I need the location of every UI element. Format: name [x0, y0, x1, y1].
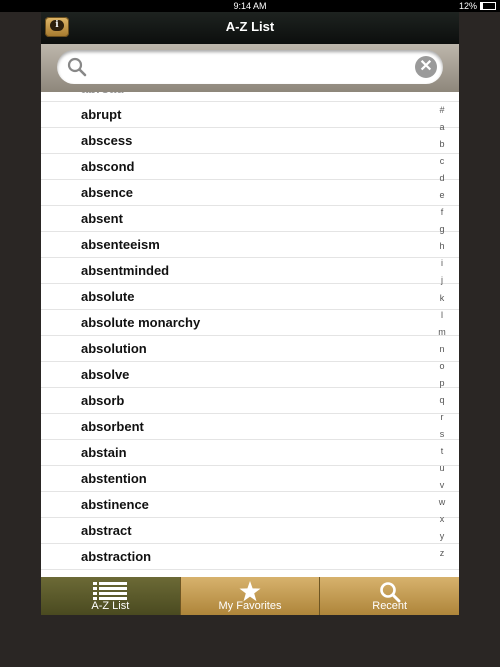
list-item[interactable]: abstention	[41, 466, 459, 492]
list-item[interactable]: abstinence	[41, 492, 459, 518]
list-item-label: absolute	[81, 289, 135, 304]
list-item-label: abscess	[81, 133, 133, 148]
index-letter[interactable]: r	[435, 409, 449, 426]
close-icon: ✕	[419, 58, 433, 75]
tab-recent[interactable]: Recent	[320, 577, 459, 615]
index-letter[interactable]: h	[435, 238, 449, 255]
index-letter[interactable]: z	[435, 545, 449, 562]
star-icon	[239, 581, 261, 602]
clear-search-button[interactable]: ✕	[415, 56, 437, 78]
word-list[interactable]: abroad abruptabscessabscondabsenceabsent…	[41, 92, 459, 577]
index-letter[interactable]: y	[435, 528, 449, 545]
list-item-label: absolve	[81, 367, 130, 382]
index-letter[interactable]: u	[435, 460, 449, 477]
list-item[interactable]: absent	[41, 206, 459, 232]
index-letter[interactable]: k	[435, 290, 449, 307]
list-item-label: abscond	[81, 159, 135, 174]
list-item[interactable]: absolve	[41, 362, 459, 388]
battery-indicator: 12%	[459, 0, 496, 12]
index-letter[interactable]: b	[435, 136, 449, 153]
battery-icon	[480, 2, 496, 10]
battery-percent: 12%	[458, 1, 477, 11]
index-letter[interactable]: m	[435, 324, 449, 341]
list-item-label: absorb	[81, 393, 125, 408]
list-item[interactable]: absolute	[41, 284, 459, 310]
index-letter[interactable]: e	[435, 187, 449, 204]
status-time: 9:14 AM	[233, 1, 267, 11]
list-item-label: abstract	[81, 523, 132, 538]
list-item[interactable]: abstraction	[41, 544, 459, 570]
list-item[interactable]: absence	[41, 180, 459, 206]
index-letter[interactable]: n	[435, 341, 449, 358]
list-item-label: abstraction	[81, 549, 152, 564]
list-item-label: absence	[81, 185, 134, 200]
list-item[interactable]: abscond	[41, 154, 459, 180]
index-letter[interactable]: #	[435, 102, 449, 119]
alphabet-index[interactable]: # a b c d e f g h i j k l m n o p q r s t u v w x y z	[435, 102, 449, 562]
index-letter[interactable]: c	[435, 153, 449, 170]
search-icon	[67, 57, 87, 77]
list-item-label: abstention	[81, 471, 147, 486]
list-icon	[93, 582, 128, 600]
index-letter[interactable]: o	[435, 358, 449, 375]
tab-my-favorites[interactable]: My Favorites	[180, 577, 321, 615]
list-item-label: absolution	[81, 341, 147, 356]
list-item[interactable]: abstain	[41, 440, 459, 466]
list-item-label: abroad	[81, 92, 124, 102]
list-item[interactable]: abrupt	[41, 102, 459, 128]
list-item[interactable]: abscess	[41, 128, 459, 154]
list-item-label: absent	[81, 211, 123, 226]
index-letter[interactable]: a	[435, 119, 449, 136]
list-item-label: abrupt	[81, 107, 122, 122]
tab-bar: A-Z List My Favorites Recent	[41, 577, 459, 615]
nav-bar: i A-Z List	[41, 12, 459, 44]
list-item-label: abstain	[81, 445, 127, 460]
index-letter[interactable]: v	[435, 477, 449, 494]
index-letter[interactable]: l	[435, 307, 449, 324]
list-item[interactable]: abstract	[41, 518, 459, 544]
list-item[interactable]: absenteeism	[41, 232, 459, 258]
list-item[interactable]: absorbent	[41, 414, 459, 440]
index-letter[interactable]: d	[435, 170, 449, 187]
search-bar: ✕	[41, 44, 459, 92]
list-item[interactable]: absorb	[41, 388, 459, 414]
list-item-label: absolute monarchy	[81, 315, 201, 330]
app-window: i A-Z List ✕ abroad abruptabscessabscond…	[41, 12, 459, 615]
list-item-label: absentminded	[81, 263, 170, 278]
index-letter[interactable]: s	[435, 426, 449, 443]
list-item[interactable]: absentminded	[41, 258, 459, 284]
status-bar: 9:14 AM 12%	[0, 0, 500, 12]
index-letter[interactable]: x	[435, 511, 449, 528]
tab-az-list[interactable]: A-Z List	[41, 577, 181, 615]
index-letter[interactable]: i	[435, 255, 449, 272]
index-letter[interactable]: g	[435, 221, 449, 238]
tab-label: My Favorites	[218, 600, 282, 612]
list-item[interactable]: absolution	[41, 336, 459, 362]
page-title: A-Z List	[225, 19, 275, 34]
search-field[interactable]: ✕	[57, 50, 443, 84]
list-item[interactable]: absolute monarchy	[41, 310, 459, 336]
index-letter[interactable]: j	[435, 272, 449, 289]
tab-label: Recent	[372, 600, 408, 612]
list-item-label: absenteeism	[81, 237, 160, 252]
device-bezel	[0, 615, 500, 667]
index-letter[interactable]: p	[435, 375, 449, 392]
search-input[interactable]	[93, 56, 397, 80]
list-item[interactable]: abroad	[41, 92, 459, 102]
list-item-label: abstinence	[81, 497, 149, 512]
tab-label: A-Z List	[91, 600, 130, 612]
index-letter[interactable]: t	[435, 443, 449, 460]
list-item-label: absorbent	[81, 419, 144, 434]
index-letter[interactable]: q	[435, 392, 449, 409]
index-letter[interactable]: f	[435, 204, 449, 221]
index-letter[interactable]: w	[435, 494, 449, 511]
